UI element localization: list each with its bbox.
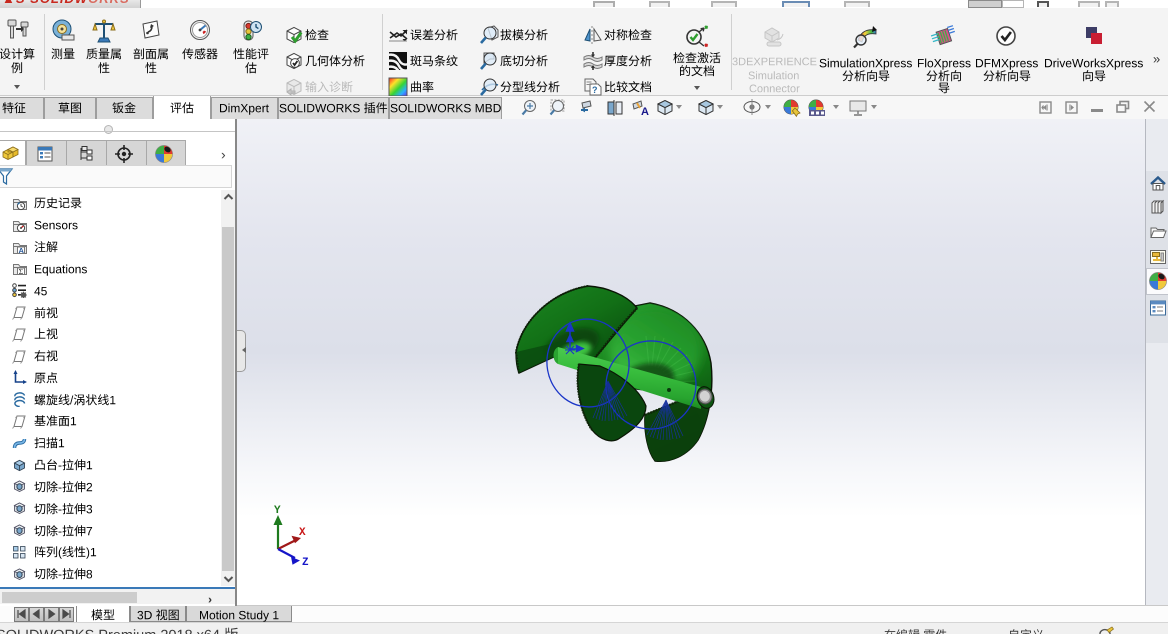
svg-text:Z: Z <box>302 557 309 569</box>
svg-text:Σ: Σ <box>19 267 23 276</box>
svg-text:A: A <box>19 246 25 255</box>
svg-text:A: A <box>641 106 649 118</box>
svg-text:?: ? <box>592 85 598 95</box>
svg-text:Y: Y <box>274 505 281 517</box>
svg-text:X: X <box>299 527 306 539</box>
